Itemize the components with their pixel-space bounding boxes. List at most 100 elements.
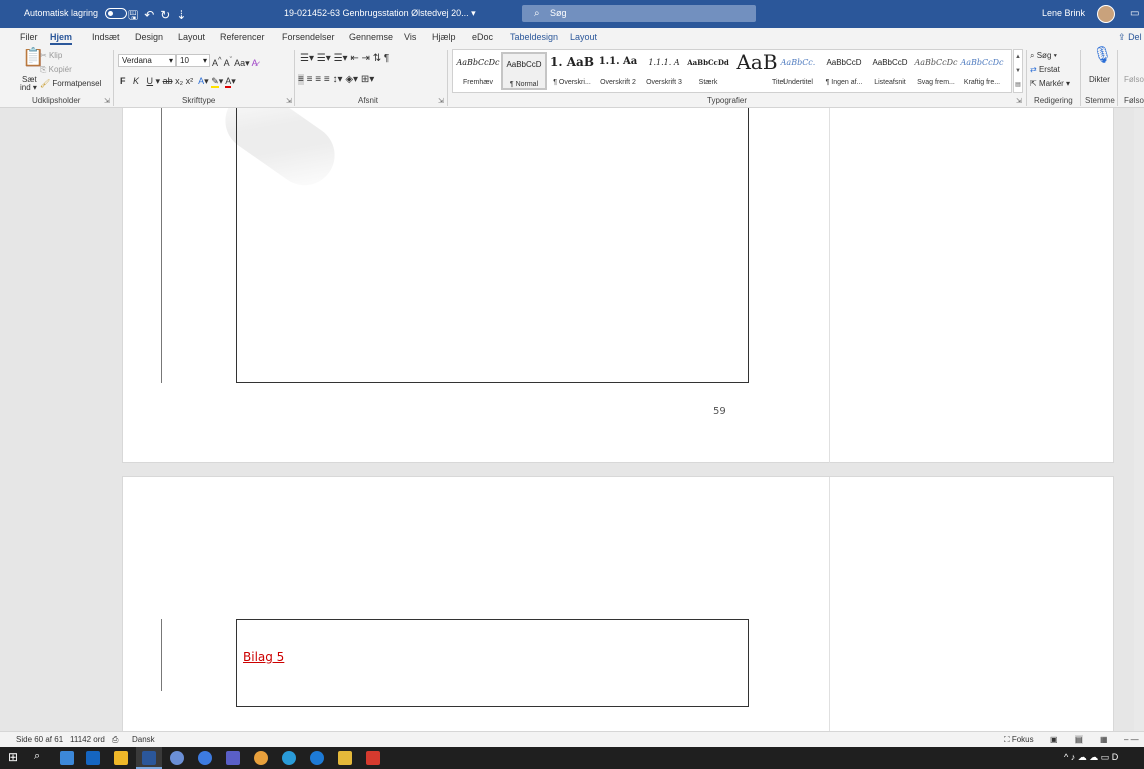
copy-button[interactable]: ⎘ Kopiér [40,65,72,75]
replace-button[interactable]: ⇄ Erstat [1030,65,1060,74]
clear-format-icon[interactable]: A̷ [252,58,258,68]
ribbon-display-icon[interactable]: ▭ [1130,8,1139,19]
vertical-scrollbar[interactable] [1134,108,1144,731]
tab-layout[interactable]: Layout [178,32,205,42]
decrease-indent-icon[interactable]: ⇤ [350,53,358,64]
shrink-font-icon[interactable]: Aˇ [224,55,233,68]
increase-indent-icon[interactable]: ⇥ [362,53,370,64]
paragraph-launcher-icon[interactable]: ⇲ [438,97,444,105]
outlook-icon[interactable] [86,751,100,765]
style-staerk[interactable]: AaBbCcDd Stærk [685,52,731,90]
align-center-icon[interactable]: ≡ [307,74,313,85]
style-normal[interactable]: AaBbCcD ¶ Normal [501,52,547,90]
pilcrow-icon[interactable]: ¶ [384,53,389,64]
style-undertitel[interactable]: AaBbCc. Undertitel [775,52,821,90]
share-button[interactable]: ⇪ Del [1118,32,1142,43]
underline-icon[interactable]: U [147,76,154,86]
word-icon[interactable] [142,751,156,765]
style-overskrift-1[interactable]: 1. AaB ¶ Overskri... [549,52,595,90]
font-launcher-icon[interactable]: ⇲ [286,97,292,105]
line-spacing-icon[interactable]: ↕ [333,74,338,85]
document-area[interactable]: 59 Bilag 5 [0,108,1144,731]
cut-button[interactable]: ✂ Klip [40,51,62,60]
chevron-down-icon[interactable]: ▼ [1015,68,1021,74]
customize-qat-icon[interactable]: ⇣ [176,8,192,22]
numbering-icon[interactable]: ☰ [317,53,326,64]
tab-hjem[interactable]: Hjem [50,32,73,45]
app-icon[interactable] [338,751,352,765]
clipboard-launcher-icon[interactable]: ⇲ [104,97,110,105]
highlight-icon[interactable]: ✎ [211,76,219,88]
style-fremhaev[interactable]: AaBbCcDc Fremhæv [455,52,501,90]
multilevel-list-icon[interactable]: ☰ [334,53,343,64]
user-name[interactable]: Lene Brink [1042,8,1085,18]
font-color-icon[interactable]: A [225,76,232,88]
tab-tabeldesign[interactable]: Tabeldesign [510,32,558,42]
word-count[interactable]: 11142 ord [70,735,105,744]
tab-filer[interactable]: Filer [20,32,38,42]
borders-icon[interactable]: ⊞ [361,74,369,85]
tab-vis[interactable]: Vis [404,32,416,42]
autosave-control[interactable]: Automatisk lagring [24,8,127,20]
font-family-select[interactable]: Verdana ▾ [118,54,176,67]
superscript-icon[interactable]: x² [186,76,194,86]
bullets-icon[interactable]: ☰ [300,53,309,64]
style-ingen-afstand[interactable]: AaBbCcD ¶ Ingen af... [821,52,867,90]
edge-icon[interactable] [282,751,296,765]
document-title[interactable]: 19-021452-63 Genbrugsstation Ølstedvej 2… [284,8,476,19]
tab-forsendelser[interactable]: Forsendelser [282,32,335,42]
windows-start-icon[interactable]: ⊞ [8,750,18,764]
style-overskrift-2[interactable]: 1.1. Aa Overskrift 2 [595,52,641,90]
save-icon[interactable]: 🖫 [128,8,144,22]
styles-gallery-scroll[interactable]: ▲ ▼ ▤ [1013,49,1023,93]
subscript-icon[interactable]: x₂ [175,76,183,86]
style-svag-fremhaevning[interactable]: AaBbCcDc Svag frem... [913,52,959,90]
strikethrough-icon[interactable]: ab [163,76,173,86]
tab-referencer[interactable]: Referencer [220,32,265,42]
tab-table-layout[interactable]: Layout [570,32,597,42]
table-cell[interactable] [236,108,749,383]
style-kraftig-fremhaevning[interactable]: AaBbCcDc Kraftig fre... [959,52,1005,90]
teams-icon[interactable] [226,751,240,765]
italic-icon[interactable]: K [133,76,139,86]
proofing-icon[interactable]: ⎙ [112,735,118,745]
page-count[interactable]: Side 60 af 61 [16,735,63,744]
task-view-icon[interactable] [60,751,74,765]
autosave-toggle[interactable] [104,8,127,20]
grow-font-icon[interactable]: A^ [212,55,222,68]
chevron-up-icon[interactable]: ▲ [1015,54,1021,60]
focus-button[interactable]: ⛶ Fokus [1004,735,1034,745]
font-size-select[interactable]: 10 ▾ [176,54,210,67]
table-cell[interactable] [236,619,749,707]
format-painter-button[interactable]: 🖌 Formatpensel [40,79,101,88]
styles-launcher-icon[interactable]: ⇲ [1016,97,1022,105]
dictate-button[interactable]: Dikter [1089,75,1110,84]
style-listeafsnit[interactable]: AaBbCcD Listeafsnit [867,52,913,90]
print-layout-icon[interactable]: ▤ [1075,735,1083,744]
sort-icon[interactable]: ⇅ [373,53,381,64]
internet-explorer-icon[interactable] [310,751,324,765]
search-icon[interactable]: ⌕ [34,750,40,763]
find-button[interactable]: ⌕ Søg ▾ [1030,51,1057,61]
paste-dropdown[interactable]: ind ▾ [20,83,37,92]
read-mode-icon[interactable]: ▣ [1050,735,1058,744]
app-icon[interactable] [170,751,184,765]
file-explorer-icon[interactable] [114,751,128,765]
bold-icon[interactable]: F [120,76,126,86]
justify-icon[interactable]: ≡ [324,74,330,85]
shading-icon[interactable]: ◈ [345,74,353,85]
language[interactable]: Dansk [132,735,155,744]
undo-icon[interactable]: ↶ [144,8,160,22]
tab-design[interactable]: Design [135,32,163,42]
text-effects-icon[interactable]: A [198,76,204,86]
search-input[interactable]: ⌕ Søg [522,5,756,22]
redo-icon[interactable]: ↻ [160,8,176,22]
more-styles-icon[interactable]: ▤ [1015,82,1021,88]
align-left-icon[interactable]: ≡ [298,74,304,85]
web-layout-icon[interactable]: ▦ [1100,735,1108,744]
chrome-icon[interactable] [254,751,268,765]
bilag-link[interactable]: Bilag 5 [243,650,284,664]
tab-indsaet[interactable]: Indsæt [92,32,120,42]
select-button[interactable]: ⇱ Markér ▾ [1030,79,1070,88]
align-right-icon[interactable]: ≡ [315,74,321,85]
